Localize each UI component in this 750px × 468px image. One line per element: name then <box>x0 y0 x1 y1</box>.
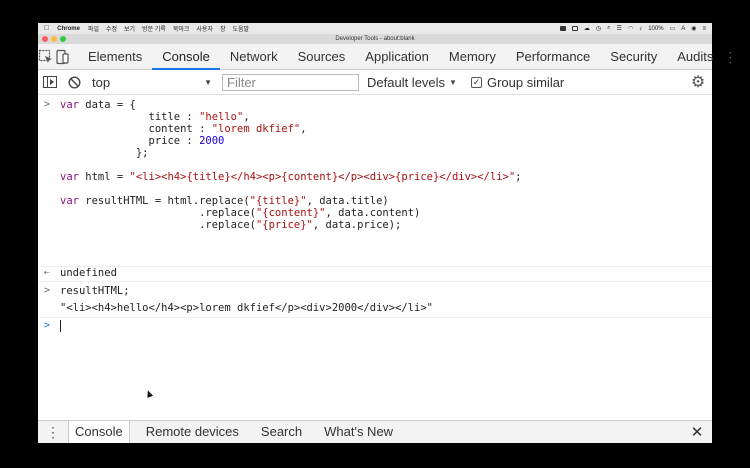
code-block: var data = { title : "hello", content : … <box>60 99 522 231</box>
output-value: undefined <box>60 267 117 279</box>
console-messages[interactable]: > var data = { title : "hello", content … <box>38 95 712 415</box>
show-sidebar-icon[interactable] <box>38 70 62 95</box>
prompt-chevron-icon: > <box>44 320 51 331</box>
devtools-tab-bar: Elements Console Network Sources Applica… <box>38 44 737 70</box>
window-title: Developer Tools - about:blank <box>335 36 415 42</box>
tab-network[interactable]: Network <box>220 44 288 70</box>
menu-window[interactable]: 창 <box>220 24 226 33</box>
inspect-element-icon[interactable] <box>38 44 54 70</box>
wifi-icon[interactable]: ◠ <box>628 25 633 32</box>
drawer-tab-remote-devices[interactable]: Remote devices <box>140 421 245 443</box>
clear-console-icon[interactable] <box>62 70 86 95</box>
drawer-menu-icon[interactable]: ⋮ <box>38 424 68 441</box>
more-options-icon[interactable]: ⋮ <box>723 44 737 70</box>
notification-icon[interactable]: ≡ <box>702 26 706 32</box>
dropdown-arrow-icon: ▼ <box>204 77 212 87</box>
filter-input[interactable] <box>222 73 359 91</box>
console-prompt[interactable]: > <box>38 320 712 332</box>
devtools-window: Elements Console Network Sources Applica… <box>38 44 737 443</box>
group-similar-toggle[interactable]: ✓ Group similar <box>470 74 565 90</box>
tab-sources[interactable]: Sources <box>288 44 356 70</box>
input-value: resultHTML; <box>60 285 130 297</box>
log-levels-dropdown[interactable]: Default levels ▼ <box>367 75 457 90</box>
input-source[interactable]: A <box>681 26 685 32</box>
console-toolbar: top ▼ Default levels ▼ ✓ Group similar ⚙ <box>38 70 712 95</box>
menu-list-icon[interactable]: ☰ <box>617 25 622 32</box>
drawer-tab-search[interactable]: Search <box>255 421 308 443</box>
menu-file[interactable]: 파일 <box>88 24 99 33</box>
menu-people[interactable]: 사용자 <box>196 24 213 33</box>
minimize-window-icon[interactable] <box>51 36 57 42</box>
menu-view[interactable]: 보기 <box>124 24 135 33</box>
group-similar-label: Group similar <box>486 74 565 90</box>
tab-performance[interactable]: Performance <box>506 44 600 70</box>
battery-icon[interactable]: ▭ <box>670 25 676 32</box>
console-input-entry: > resultHTML; <box>38 285 712 297</box>
timer-icon[interactable]: ◷ <box>596 25 601 32</box>
console-output-entry: ⇠ undefined <box>38 267 712 279</box>
checkbox-checked-icon[interactable]: ✓ <box>470 76 482 88</box>
close-window-icon[interactable] <box>42 36 48 42</box>
drawer-tab-console[interactable]: Console <box>68 421 130 443</box>
input-prompt-icon: > <box>44 285 51 296</box>
console-input-entry: > var data = { title : "hello", content … <box>38 99 712 231</box>
window-controls <box>42 36 66 42</box>
tab-audits[interactable]: Audits <box>667 44 723 70</box>
tab-console[interactable]: Console <box>152 44 220 70</box>
window-titlebar: Developer Tools - about:blank <box>38 34 712 44</box>
search-icon[interactable]: ⌕ <box>607 25 610 32</box>
tab-application[interactable]: Application <box>355 44 439 70</box>
cloud-icon[interactable]: ☁ <box>584 25 590 32</box>
drawer-tab-whats-new[interactable]: What's New <box>318 421 399 443</box>
input-prompt-icon: > <box>44 99 51 110</box>
apple-icon[interactable]:  <box>44 25 49 32</box>
tab-memory[interactable]: Memory <box>439 44 506 70</box>
output-arrow-icon: ⇠ <box>44 267 51 278</box>
battery-percent[interactable]: 100% <box>648 26 663 32</box>
mac-menu-bar:  Chrome 파일 수정 보기 방문 기록 북마크 사용자 창 도움말 ☁ … <box>38 23 712 34</box>
siri-icon[interactable]: ◉ <box>691 25 696 32</box>
menu-edit[interactable]: 수정 <box>106 24 117 33</box>
console-output-entry: "<li><h4>hello</h4><p>lorem dkfief</p><d… <box>38 302 712 314</box>
text-caret <box>60 320 61 332</box>
prompt-input[interactable] <box>38 320 712 332</box>
close-drawer-icon[interactable]: ✕ <box>682 423 712 441</box>
log-levels-label: Default levels <box>367 74 446 90</box>
entry-divider <box>38 281 712 282</box>
zoom-window-icon[interactable] <box>60 36 66 42</box>
dropdown-arrow-icon: ▼ <box>449 77 457 87</box>
camera-icon[interactable] <box>559 26 566 31</box>
device-toolbar-icon[interactable] <box>54 44 70 70</box>
tab-elements[interactable]: Elements <box>78 44 152 70</box>
volume-icon[interactable]: ♪ <box>639 26 642 32</box>
menu-app-name[interactable]: Chrome <box>57 26 80 32</box>
menu-history[interactable]: 방문 기록 <box>142 24 166 33</box>
context-selector[interactable]: top ▼ <box>86 75 216 90</box>
context-value: top <box>92 74 111 90</box>
menu-help[interactable]: 도움말 <box>232 24 249 33</box>
menu-bookmarks[interactable]: 북마크 <box>173 24 190 33</box>
output-value: "<li><h4>hello</h4><p>lorem dkfief</p><d… <box>60 302 433 314</box>
status-icons: ☁ ◷ ⌕ ☰ ◠ ♪ 100% ▭ A ◉ ≡ <box>559 25 712 32</box>
entry-divider <box>38 317 712 318</box>
drawer-tab-bar: ⋮ Console Remote devices Search What's N… <box>38 420 712 443</box>
gear-icon[interactable]: ⚙ <box>684 72 712 92</box>
tab-security[interactable]: Security <box>600 44 667 70</box>
window-icon[interactable] <box>571 26 578 31</box>
